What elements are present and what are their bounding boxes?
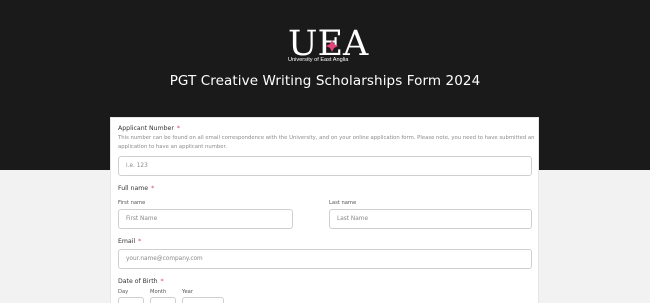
uea-logo-mark: UEA: [288, 24, 369, 64]
first-name-input[interactable]: First Name: [118, 209, 293, 229]
last-name-placeholder: Last Name: [337, 216, 369, 222]
page-title: PGT Creative Writing Scholarships Form 2…: [169, 73, 481, 89]
first-name-placeholder: First Name: [126, 216, 158, 222]
required-mark: *: [176, 125, 180, 132]
dob-day-input[interactable]: [118, 297, 144, 303]
applicant-number-input[interactable]: i.e. 123: [118, 156, 532, 176]
dob-year-input[interactable]: [182, 297, 224, 303]
dob-month-input[interactable]: [150, 297, 176, 303]
applicant-number-label-text: Applicant Number: [118, 125, 174, 132]
form-card: Applicant Number * This number can be fou…: [110, 117, 539, 303]
uea-logo: UEA University of East Anglia: [276, 22, 376, 68]
last-name-label: Last name: [329, 200, 357, 206]
last-name-input[interactable]: Last Name: [329, 209, 532, 229]
email-label: Email *: [118, 238, 141, 245]
svg-text:UEA: UEA: [288, 24, 369, 58]
email-label-text: Email: [118, 238, 136, 245]
email-placeholder: your.name@company.com: [126, 256, 203, 262]
dob-year-label: Year: [182, 289, 193, 295]
dob-label: Date of Birth *: [118, 278, 164, 285]
full-name-label-text: Full name: [118, 185, 149, 192]
applicant-number-help: This number can be found on all email co…: [118, 134, 535, 152]
dob-day-label: Day: [118, 289, 129, 295]
applicant-number-placeholder: i.e. 123: [126, 163, 148, 169]
first-name-label: First name: [118, 200, 146, 206]
help-line-1: This number can be found on all email co…: [118, 135, 535, 141]
dob-month-label: Month: [150, 289, 167, 295]
required-mark: *: [160, 278, 164, 285]
required-mark: *: [138, 238, 142, 245]
required-mark: *: [151, 185, 155, 192]
applicant-number-label: Applicant Number *: [118, 125, 180, 132]
dob-label-text: Date of Birth: [118, 278, 158, 285]
logo-subtitle: University of East Anglia: [288, 57, 349, 63]
help-line-2: application to have an applicant number.: [118, 144, 227, 150]
email-input[interactable]: your.name@company.com: [118, 249, 532, 269]
full-name-label: Full name *: [118, 185, 154, 192]
